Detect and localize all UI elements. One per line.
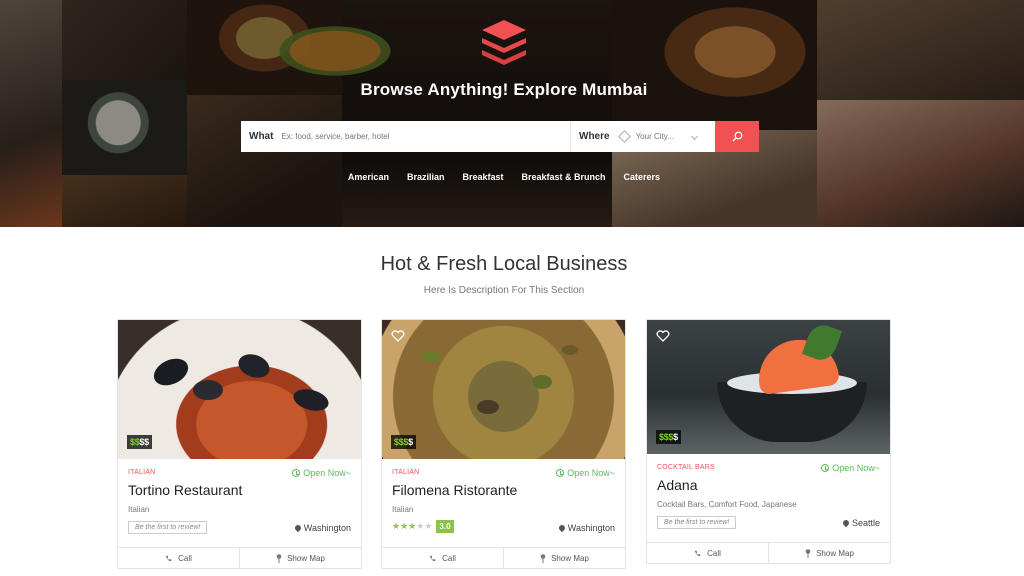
where-label: Where: [579, 131, 610, 142]
city-input[interactable]: [635, 132, 696, 141]
listing-location: Washington: [557, 523, 615, 533]
map-pin-icon: [293, 523, 303, 533]
show-map-label: Show Map: [551, 553, 589, 563]
price-active: $$$: [394, 437, 409, 447]
price-inactive: $$: [139, 437, 149, 447]
listing-image[interactable]: $$$$: [382, 320, 625, 459]
call-label: Call: [178, 553, 192, 563]
show-map-button[interactable]: Show Map: [768, 543, 890, 563]
call-button[interactable]: Call: [118, 548, 239, 568]
location-target-icon: [617, 130, 631, 143]
show-map-button[interactable]: Show Map: [239, 548, 361, 568]
clock-icon: [292, 469, 301, 477]
map-pin-icon: [557, 523, 567, 533]
listing-actions: Call Show Map: [647, 542, 890, 563]
section-title: Hot & Fresh Local Business: [380, 253, 628, 275]
open-status-text: Open Now~: [303, 468, 351, 478]
map-pin-icon: [276, 553, 282, 563]
star-empty-icon: ★: [416, 521, 425, 531]
layers-logo-icon[interactable]: [478, 18, 530, 68]
where-field[interactable]: Where: [570, 121, 715, 152]
open-status: Open Now~: [556, 468, 615, 478]
price-active: $$: [130, 437, 140, 447]
listing-title[interactable]: Tortino Restaurant: [128, 482, 351, 498]
call-label: Call: [442, 553, 456, 563]
search-icon: [732, 131, 742, 142]
star-filled-icon: ★: [408, 521, 417, 531]
open-status-text: Open Now~: [832, 463, 880, 473]
listing-actions: Call Show Map: [118, 547, 361, 568]
open-status: Open Now~: [821, 463, 880, 473]
what-label: What: [249, 131, 274, 142]
listing-tags: Italian: [128, 505, 150, 514]
category-links: American Brazilian Breakfast Breakfast &…: [0, 172, 1008, 182]
what-input[interactable]: [281, 132, 522, 141]
category-link-brazilian[interactable]: Brazilian: [407, 172, 445, 182]
category-link-caterers[interactable]: Caterers: [624, 172, 661, 182]
open-status: Open Now~: [292, 468, 351, 478]
phone-icon: [694, 550, 701, 556]
show-map-label: Show Map: [287, 553, 325, 563]
listing-actions: Call Show Map: [382, 547, 625, 568]
search-bar: What Where: [241, 121, 759, 152]
map-pin-icon: [540, 553, 546, 563]
review-prompt[interactable]: Be the first to review!: [128, 521, 208, 534]
star-rating: ★ ★ ★ ★ ★ 3.0: [392, 520, 454, 533]
star-filled-icon: ★: [392, 521, 401, 531]
listing-image[interactable]: $$$$: [118, 320, 361, 459]
heart-icon[interactable]: [391, 329, 405, 343]
listing-tags: Italian: [392, 505, 414, 514]
phone-icon: [429, 555, 436, 561]
star-filled-icon: ★: [400, 521, 409, 531]
listing-location: Seattle: [841, 518, 880, 528]
price-inactive: $: [408, 437, 413, 447]
hero-banner: Browse Anything! Explore Mumbai What Whe…: [0, 0, 1024, 227]
heart-icon[interactable]: [656, 329, 670, 343]
show-map-label: Show Map: [816, 548, 854, 558]
listing-card[interactable]: $$$$ ITALIAN Open Now~ Filomena Ristoran…: [381, 319, 626, 569]
section-subtitle: Here Is Description For This Section: [423, 285, 585, 296]
listing-card[interactable]: $$$$ COCKTAIL BARS Open Now~ Adana Cockt…: [646, 319, 891, 564]
listing-body: ITALIAN Open Now~ Tortino Restaurant Ita…: [118, 459, 361, 547]
listing-image[interactable]: $$$$: [647, 320, 890, 454]
category-link-breakfast-brunch[interactable]: Breakfast & Brunch: [522, 172, 606, 182]
listing-tags: Cocktail Bars, Comfort Food, Japanese: [657, 500, 797, 509]
rating-badge: 3.0: [436, 520, 454, 533]
listing-title[interactable]: Filomena Ristorante: [392, 482, 615, 498]
call-button[interactable]: Call: [647, 543, 768, 563]
price-badge: $$$$: [656, 430, 681, 444]
price-active: $$$: [659, 432, 674, 442]
price-inactive: $: [673, 432, 678, 442]
category-link-breakfast[interactable]: Breakfast: [462, 172, 503, 182]
price-badge: $$$$: [127, 435, 152, 449]
what-field[interactable]: What: [241, 121, 570, 152]
search-button[interactable]: [715, 121, 759, 152]
hero-title: Browse Anything! Explore Mumbai: [360, 80, 648, 99]
clock-icon: [556, 469, 565, 477]
review-prompt[interactable]: Be the first to review!: [657, 516, 737, 529]
map-pin-icon: [805, 548, 811, 558]
location-text: Seattle: [851, 518, 880, 528]
location-text: Washington: [567, 523, 615, 533]
category-link-american[interactable]: American: [348, 172, 389, 182]
location-text: Washington: [303, 523, 351, 533]
call-button[interactable]: Call: [382, 548, 503, 568]
show-map-button[interactable]: Show Map: [503, 548, 625, 568]
listing-title[interactable]: Adana: [657, 477, 880, 493]
listing-body: ITALIAN Open Now~ Filomena Ristorante It…: [382, 459, 625, 547]
map-pin-icon: [841, 518, 851, 528]
phone-icon: [165, 555, 172, 561]
star-empty-icon: ★: [424, 521, 433, 531]
open-status-text: Open Now~: [567, 468, 615, 478]
call-label: Call: [707, 548, 721, 558]
listing-body: COCKTAIL BARS Open Now~ Adana Cocktail B…: [647, 454, 890, 542]
clock-icon: [821, 464, 830, 472]
price-badge: $$$$: [391, 435, 416, 449]
listing-location: Washington: [293, 523, 351, 533]
listing-card[interactable]: $$$$ ITALIAN Open Now~ Tortino Restauran…: [117, 319, 362, 569]
